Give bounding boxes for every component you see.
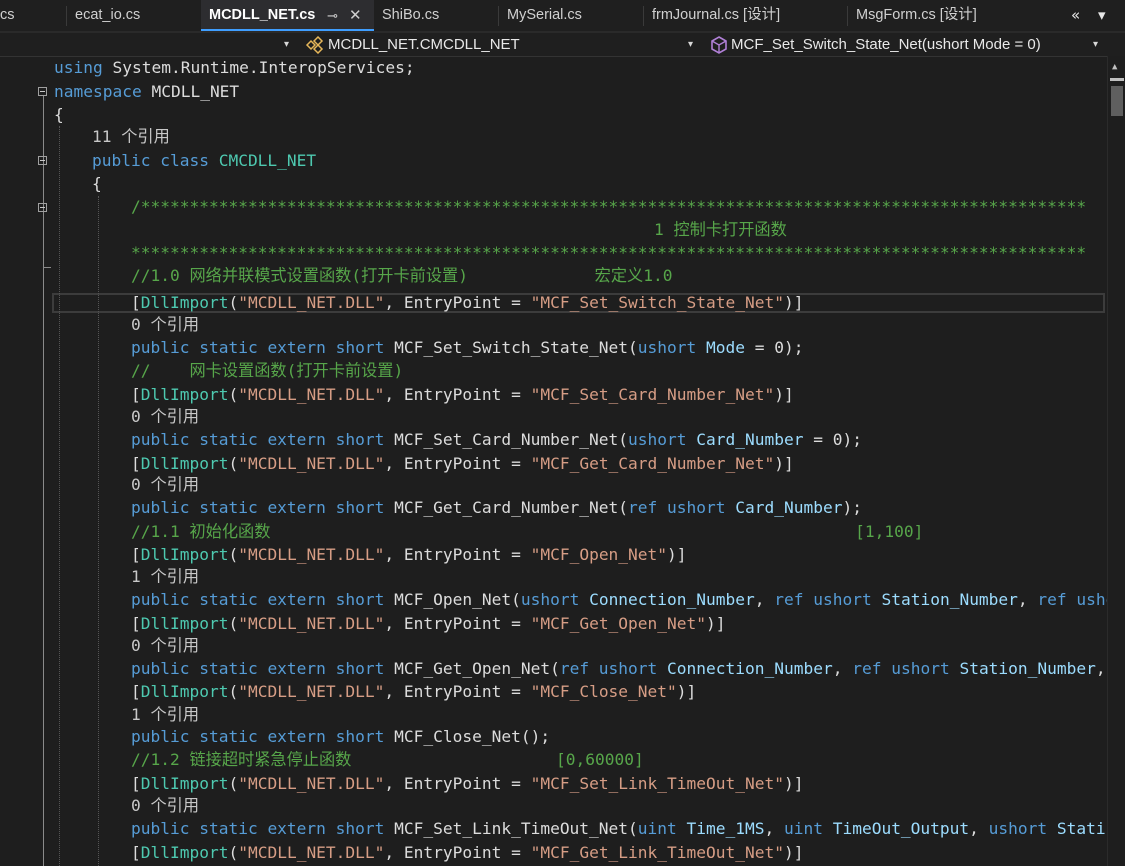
- indent-guide: [59, 126, 60, 866]
- member-dropdown[interactable]: MCF_Set_Switch_State_Net(ushort Mode = 0…: [710, 33, 1041, 56]
- tab-label: MCDLL_NET.cs: [209, 7, 316, 23]
- code-line: namespace MCDLL_NET: [54, 82, 240, 101]
- indent-guide: [98, 196, 99, 866]
- collapse-class-icon[interactable]: [38, 156, 47, 165]
- code-line: public static extern short MCF_Get_Open_…: [131, 659, 1106, 678]
- tab-msgform-design[interactable]: MsgForm.cs [设计]: [848, 0, 1046, 31]
- tab-shibo[interactable]: ShiBo.cs: [374, 0, 498, 31]
- reference-count-codelens[interactable]: 0 个引用: [131, 314, 199, 336]
- close-icon[interactable]: ✕: [349, 0, 362, 29]
- code-line: {: [92, 174, 102, 193]
- code-line: [DllImport("MCDLL_NET.DLL", EntryPoint =…: [131, 293, 804, 312]
- document-tab-bar: cs ecat_io.cs MCDLL_NET.cs ⊸ ✕ ShiBo.cs …: [0, 0, 1125, 33]
- code-line: [DllImport("MCDLL_NET.DLL", EntryPoint =…: [131, 454, 794, 473]
- member-dropdown-caret-icon[interactable]: ▾: [1093, 33, 1098, 56]
- comment-line: /***************************************…: [131, 197, 1087, 216]
- reference-count-codelens[interactable]: 0 个引用: [131, 474, 199, 496]
- member-dropdown-label: MCF_Set_Switch_State_Net(ushort Mode = 0…: [731, 36, 1041, 53]
- tab-label: ShiBo.cs: [382, 7, 440, 23]
- reference-count-codelens[interactable]: 0 个引用: [131, 406, 199, 428]
- class-dropdown-caret-icon[interactable]: ▾: [688, 33, 693, 56]
- tab-label: cs: [0, 7, 15, 23]
- outline-end-tick: [43, 267, 51, 268]
- tab-partial-cs[interactable]: cs: [0, 0, 60, 31]
- tab-myserial[interactable]: MySerial.cs: [499, 0, 643, 31]
- code-line: public static extern short MCF_Get_Card_…: [131, 498, 862, 517]
- pin-icon[interactable]: ⊸: [327, 0, 338, 29]
- collapse-comment-icon[interactable]: [38, 203, 47, 212]
- scrollbar-thumb[interactable]: [1111, 86, 1123, 116]
- code-line: public static extern short MCF_Set_Switc…: [131, 338, 804, 357]
- reference-count-codelens[interactable]: 0 个引用: [131, 635, 199, 657]
- scroll-up-arrow-icon[interactable]: ▲: [1112, 62, 1117, 72]
- code-line: [DllImport("MCDLL_NET.DLL", EntryPoint =…: [131, 545, 687, 564]
- code-line: public class CMCDLL_NET: [92, 151, 317, 170]
- code-line: public static extern short MCF_Set_Link_…: [131, 819, 1107, 838]
- comment-line: //1.1 初始化函数 [1,100]: [131, 522, 924, 541]
- code-line: [DllImport("MCDLL_NET.DLL", EntryPoint =…: [131, 385, 794, 404]
- tab-list-dropdown-icon[interactable]: ▾: [1098, 0, 1106, 31]
- tab-frmjournal-design[interactable]: frmJournal.cs [设计]: [644, 0, 847, 31]
- code-line: [DllImport("MCDLL_NET.DLL", EntryPoint =…: [131, 843, 804, 862]
- comment-line: // 网卡设置函数(打开卡前设置): [131, 361, 404, 380]
- collapse-namespace-icon[interactable]: [38, 87, 47, 96]
- scroll-position-marker: [1110, 78, 1124, 81]
- tab-ecat-io[interactable]: ecat_io.cs: [67, 0, 200, 31]
- code-line: [DllImport("MCDLL_NET.DLL", EntryPoint =…: [131, 614, 726, 633]
- code-line: public static extern short MCF_Close_Net…: [131, 727, 551, 746]
- reference-count-codelens[interactable]: 11 个引用: [92, 126, 170, 148]
- scroll-tabs-left-icon[interactable]: «: [1071, 0, 1080, 31]
- comment-line: //1.0 网络并联模式设置函数(打开卡前设置) 宏定义1.0: [131, 266, 673, 285]
- code-editor[interactable]: using System.Runtime.InteropServices; na…: [0, 56, 1107, 866]
- reference-count-codelens[interactable]: 1 个引用: [131, 704, 199, 726]
- tab-mcdll-net[interactable]: MCDLL_NET.cs ⊸ ✕: [201, 0, 374, 31]
- comment-line: 1 控制卡打开函数: [654, 220, 787, 239]
- vertical-scrollbar[interactable]: ▲: [1107, 56, 1125, 866]
- code-line: using System.Runtime.InteropServices;: [54, 58, 415, 77]
- method-icon: [711, 36, 727, 54]
- code-line: {: [54, 105, 64, 124]
- reference-count-codelens[interactable]: 0 个引用: [131, 795, 199, 817]
- class-icon: [305, 36, 324, 55]
- code-line: [DllImport("MCDLL_NET.DLL", EntryPoint =…: [131, 682, 697, 701]
- comment-line: ****************************************…: [131, 243, 1087, 262]
- comment-line: //1.2 链接超时紧急停止函数 [0,60000]: [131, 750, 644, 769]
- tab-label: frmJournal.cs [设计]: [652, 7, 781, 23]
- reference-count-codelens[interactable]: 1 个引用: [131, 566, 199, 588]
- project-dropdown-caret-icon[interactable]: ▾: [284, 33, 289, 56]
- class-dropdown-label: MCDLL_NET.CMCDLL_NET: [328, 36, 520, 53]
- code-line: public static extern short MCF_Open_Net(…: [131, 590, 1107, 609]
- tab-label: MySerial.cs: [507, 7, 582, 23]
- tab-label: ecat_io.cs: [75, 7, 141, 23]
- class-dropdown[interactable]: MCDLL_NET.CMCDLL_NET: [305, 33, 520, 56]
- code-line: public static extern short MCF_Set_Card_…: [131, 430, 862, 449]
- code-line: [DllImport("MCDLL_NET.DLL", EntryPoint =…: [131, 774, 804, 793]
- tab-label: MsgForm.cs [设计]: [856, 7, 977, 23]
- navigation-bar: ▾ MCDLL_NET.CMCDLL_NET ▾ MCF_Set_Switch_…: [0, 33, 1125, 57]
